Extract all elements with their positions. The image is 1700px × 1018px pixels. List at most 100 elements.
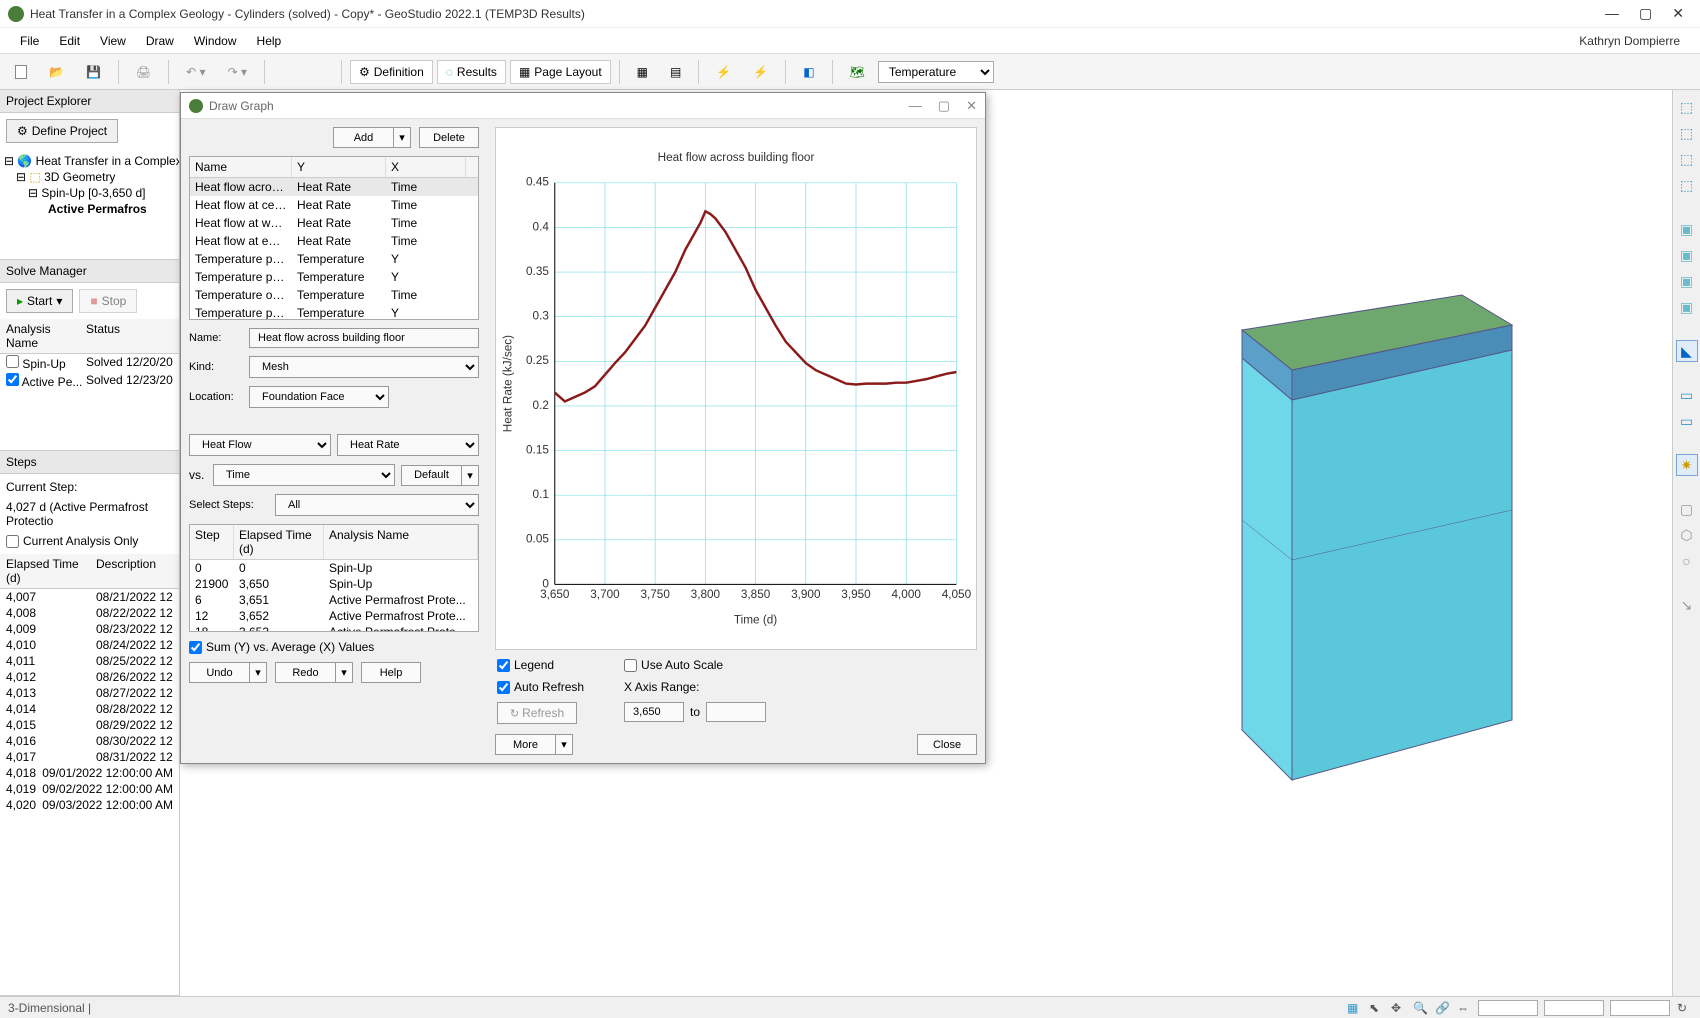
help-button[interactable]: Help [361, 662, 421, 683]
graph-list[interactable]: Name Y X Heat flow across b...Heat RateT… [189, 156, 479, 320]
view-tool-6[interactable]: ▣ [1676, 244, 1698, 266]
dlg-step-row[interactable]: 183,653Active Permafrost Prote... [190, 624, 478, 632]
graph-name-input[interactable] [249, 328, 479, 348]
analysis-check[interactable] [6, 355, 19, 368]
status-refresh-icon[interactable]: ↻ [1676, 1000, 1692, 1016]
menu-edit[interactable]: Edit [49, 32, 90, 50]
undo-button[interactable]: ↶ ▾ [177, 60, 214, 84]
graph-row[interactable]: Heat flow at west ...Heat RateTime [190, 214, 478, 232]
step-row[interactable]: 4,00808/22/2022 12 [0, 605, 179, 621]
stop-button[interactable]: ■Stop [79, 289, 137, 313]
minimize-button[interactable]: — [1605, 5, 1619, 22]
autoscale-check[interactable] [624, 659, 637, 672]
start-button[interactable]: ▸Start▾ [6, 289, 73, 313]
view-tool-16[interactable]: ↘ [1676, 594, 1698, 616]
dialog-minimize[interactable]: — [909, 98, 922, 114]
step-row[interactable]: 4,01208/26/2022 12 [0, 669, 179, 685]
view-tool-9[interactable]: ◣ [1676, 340, 1698, 362]
menu-help[interactable]: Help [247, 32, 292, 50]
steps-table[interactable]: Step Elapsed Time (d) Analysis Name 00Sp… [189, 524, 479, 632]
undo-button[interactable]: Undo [189, 662, 249, 683]
status-grid-icon[interactable]: ▦ [1346, 1000, 1362, 1016]
graph-row[interactable]: Heat flow at centr...Heat RateTime [190, 196, 478, 214]
tool-icon-6[interactable]: 🗺 [841, 60, 874, 84]
step-row[interactable]: 4,01108/25/2022 12 [0, 653, 179, 669]
xmax-input[interactable] [706, 702, 766, 722]
view-tool-4[interactable]: ⬚ [1676, 174, 1698, 196]
x-param-select[interactable]: Time [213, 464, 395, 486]
current-only-check[interactable] [6, 535, 19, 548]
menu-draw[interactable]: Draw [136, 32, 184, 50]
add-graph-dropdown[interactable]: ▾ [393, 127, 411, 148]
add-graph-button[interactable]: Add [333, 127, 393, 148]
view-tool-13[interactable]: ▢ [1676, 498, 1698, 520]
tool-icon-3[interactable]: ⚡ [707, 60, 740, 84]
dlg-step-row[interactable]: 00Spin-Up [190, 560, 478, 576]
default-button[interactable]: Default [401, 465, 461, 486]
tool-icon-4[interactable]: ⚡ [744, 60, 777, 84]
view-tool-15[interactable]: ○ [1676, 550, 1698, 572]
menu-window[interactable]: Window [184, 32, 247, 50]
dlg-step-row[interactable]: 219003,650Spin-Up [190, 576, 478, 592]
step-row[interactable]: 4,02009/03/2022 12:00:00 AM [0, 797, 179, 813]
location-select[interactable]: Foundation Face [249, 386, 389, 408]
parameter-dropdown[interactable]: Temperature [878, 61, 994, 83]
definition-tab[interactable]: ⚙Definition [350, 60, 433, 84]
redo-button[interactable]: Redo [275, 662, 335, 683]
status-cursor-icon[interactable]: ⬉ [1368, 1000, 1384, 1016]
step-row[interactable]: 4,01408/28/2022 12 [0, 701, 179, 717]
view-tool-2[interactable]: ⬚ [1676, 122, 1698, 144]
default-dropdown[interactable]: ▾ [461, 465, 479, 486]
status-link-icon[interactable]: 🔗 [1434, 1000, 1450, 1016]
graph-row[interactable]: Heat flow at east t...Heat RateTime [190, 232, 478, 250]
page-layout-tab[interactable]: ▦Page Layout [510, 60, 611, 84]
analysis-check[interactable] [6, 373, 19, 386]
view-tool-14[interactable]: ⬡ [1676, 524, 1698, 546]
status-move-icon[interactable]: ✥ [1390, 1000, 1406, 1016]
new-file-button[interactable] [6, 60, 36, 84]
legend-check[interactable] [497, 659, 510, 672]
view-tool-8[interactable]: ▣ [1676, 296, 1698, 318]
step-row[interactable]: 4,01708/31/2022 12 [0, 749, 179, 765]
refresh-button[interactable]: ↻ Refresh [497, 702, 577, 724]
view-tool-3[interactable]: ⬚ [1676, 148, 1698, 170]
close-window-button[interactable]: ✕ [1672, 5, 1684, 22]
dialog-close[interactable]: ✕ [966, 98, 977, 114]
menu-view[interactable]: View [90, 32, 136, 50]
graph-row[interactable]: Heat flow across b...Heat RateTime [190, 178, 478, 196]
dlg-step-row[interactable]: 123,652Active Permafrost Prote... [190, 608, 478, 624]
save-file-button[interactable]: 💾 [77, 60, 110, 84]
project-tree[interactable]: ⊟ 🌎 Heat Transfer in a Complex G ⊟ ⬚ 3D … [0, 149, 179, 259]
print-button[interactable]: 🖨 [127, 60, 160, 84]
graph-row[interactable]: Temperature over...TemperatureTime [190, 286, 478, 304]
menu-file[interactable]: File [10, 32, 49, 50]
graph-row[interactable]: Temperature profi...TemperatureY [190, 304, 478, 320]
close-button[interactable]: Close [917, 734, 977, 755]
step-row[interactable]: 4,01608/30/2022 12 [0, 733, 179, 749]
step-row[interactable]: 4,01508/29/2022 12 [0, 717, 179, 733]
step-row[interactable]: 4,01909/02/2022 12:00:00 AM [0, 781, 179, 797]
view-tool-12[interactable]: ✷ [1676, 454, 1698, 476]
xmin-input[interactable] [624, 702, 684, 722]
status-box-1[interactable] [1478, 1000, 1538, 1016]
results-tab[interactable]: ◌Results [437, 60, 506, 84]
select-steps-select[interactable]: All [275, 494, 479, 516]
step-row[interactable]: 4,01008/24/2022 12 [0, 637, 179, 653]
define-project-button[interactable]: ⚙Define Project [6, 119, 118, 143]
y-param-select[interactable]: Heat Rate [337, 434, 479, 456]
redo-button[interactable]: ↷ ▾ [219, 60, 256, 84]
y-category-select[interactable]: Heat Flow [189, 434, 331, 456]
tool-icon-5[interactable]: ◧ [794, 60, 823, 84]
autorefresh-check[interactable] [497, 681, 510, 694]
view-tool-11[interactable]: ▭ [1676, 410, 1698, 432]
step-row[interactable]: 4,01308/27/2022 12 [0, 685, 179, 701]
step-row[interactable]: 4,01809/01/2022 12:00:00 AM [0, 765, 179, 781]
open-file-button[interactable]: 📂 [40, 60, 73, 84]
graph-row[interactable]: Temperature profi...TemperatureY [190, 250, 478, 268]
step-row[interactable]: 4,00708/21/2022 12 [0, 589, 179, 605]
step-row[interactable]: 4,00908/23/2022 12 [0, 621, 179, 637]
view-tool-1[interactable]: ⬚ [1676, 96, 1698, 118]
view-tool-10[interactable]: ▭ [1676, 384, 1698, 406]
delete-graph-button[interactable]: Delete [419, 127, 479, 148]
view-tool-7[interactable]: ▣ [1676, 270, 1698, 292]
